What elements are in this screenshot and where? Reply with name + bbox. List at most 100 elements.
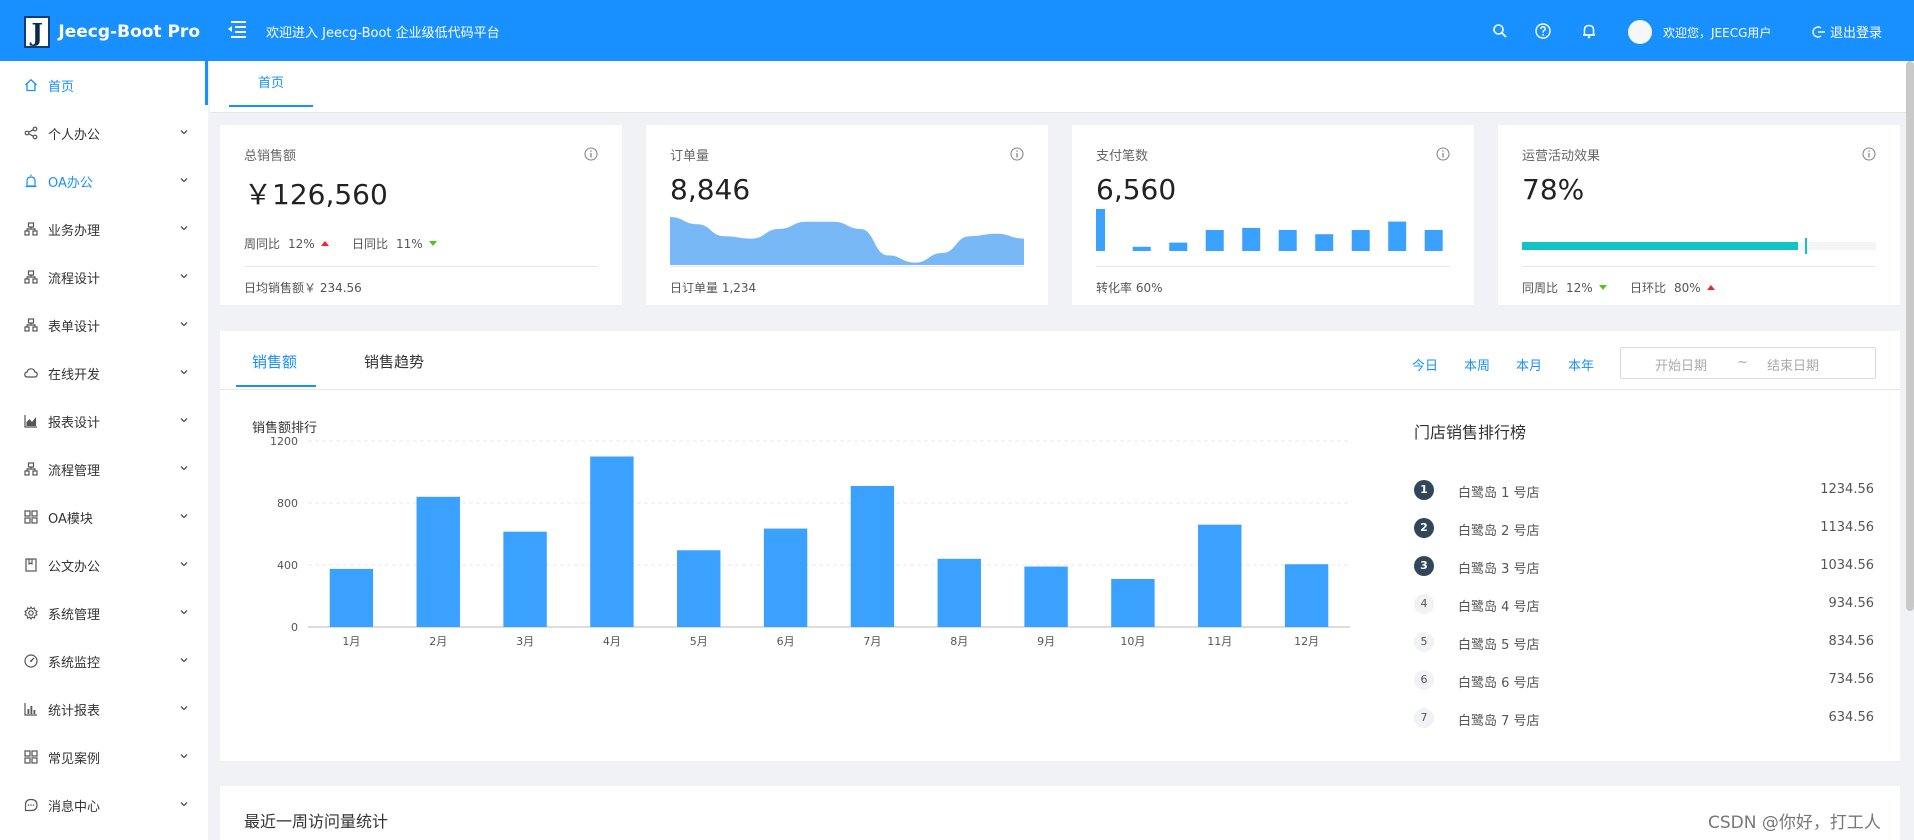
y-tick-label: 400 xyxy=(277,559,298,572)
caret-down-icon xyxy=(428,241,437,246)
chevron-down-icon xyxy=(180,514,188,519)
home-icon xyxy=(25,78,37,92)
store-name: 白鹭岛 1 号店 xyxy=(1458,486,1540,501)
bar[interactable] xyxy=(1198,524,1242,627)
mini-bar xyxy=(1132,246,1151,251)
avatar[interactable] xyxy=(1628,20,1652,44)
bar[interactable] xyxy=(763,528,808,627)
tab-sales-trend[interactable]: 销售趋势 xyxy=(364,351,424,372)
date-range-picker[interactable]: 开始日期 ~ 结束日期 xyxy=(1620,347,1876,379)
rank-badge: 5 xyxy=(1414,632,1434,652)
stat-title: 订单量 xyxy=(670,149,710,164)
trend-value: 12% xyxy=(1566,280,1593,295)
rank-badge: 1 xyxy=(1414,480,1434,500)
sidebar-item-online-dev[interactable]: 在线开发 xyxy=(0,349,208,397)
logout-label: 退出登录 xyxy=(1830,26,1883,41)
sidebar-item-label: 消息中心 xyxy=(48,800,101,815)
y-tick-label: 800 xyxy=(277,497,298,510)
end-date-input[interactable]: 结束日期 xyxy=(1767,355,1819,374)
info-circle-icon[interactable] xyxy=(1010,147,1024,161)
progress-fill xyxy=(1522,242,1799,250)
sidebar-item-personal-office[interactable]: 个人办公 xyxy=(0,109,208,157)
store-name: 白鹭岛 2 号店 xyxy=(1458,524,1540,539)
tab-home[interactable]: 首页 xyxy=(229,61,313,107)
sidebar-item-common-cases[interactable]: 常见案例 xyxy=(0,733,208,781)
tab-ink-bar xyxy=(236,385,316,387)
sidebar-item-label: 业务办理 xyxy=(48,224,101,239)
app-root: J Jeecg-Boot Pro 欢迎进入 Jeecg-Boot 企业级低代码平… xyxy=(0,0,1914,840)
app-logo[interactable]: J Jeecg-Boot Pro xyxy=(24,14,200,50)
sidebar-item-label: 常见案例 xyxy=(48,752,101,767)
dashboard-icon xyxy=(24,654,38,668)
bell-icon[interactable] xyxy=(1580,22,1598,40)
x-tick-label: 7月 xyxy=(863,635,881,648)
bar[interactable] xyxy=(1024,566,1068,627)
range-year[interactable]: 本年 xyxy=(1568,355,1594,374)
stat-footer: 转化率 60% xyxy=(1096,281,1163,295)
tab-sales[interactable]: 销售额 xyxy=(252,351,297,372)
trend-label: 周同比 xyxy=(244,237,281,251)
bar[interactable] xyxy=(850,485,895,627)
cluster-icon xyxy=(24,462,38,476)
sidebar-item-label: 系统监控 xyxy=(48,656,101,671)
sidebar-item-label: 报表设计 xyxy=(48,416,101,431)
trend-label: 日环比 xyxy=(1630,281,1667,295)
appstore-icon xyxy=(24,510,38,524)
logo-icon: J xyxy=(24,16,51,48)
info-circle-icon[interactable] xyxy=(1862,147,1876,161)
bar[interactable] xyxy=(677,550,721,627)
caret-down-icon xyxy=(1598,285,1607,290)
question-icon[interactable] xyxy=(1534,22,1552,40)
mini-bar xyxy=(1388,221,1407,251)
cloud-icon xyxy=(24,368,38,378)
sidebar-item-process-design[interactable]: 流程设计 xyxy=(0,253,208,301)
logout-button[interactable]: 退出登录 xyxy=(1812,22,1882,41)
sidebar-item-label: 系统管理 xyxy=(48,608,101,623)
appstore-icon xyxy=(24,750,38,764)
divider xyxy=(1522,266,1876,267)
bar[interactable] xyxy=(329,568,374,627)
bar[interactable] xyxy=(416,496,460,627)
sales-bar-chart: 0 400 800 1200 1月 2月 3月 4月 5月 6月 7月 8月 9月 10月 11月 12月 xyxy=(270,435,1350,648)
sidebar-item-system-monitor[interactable]: 系统监控 xyxy=(0,637,208,685)
stat-title: 总销售额 xyxy=(244,149,297,164)
bar[interactable] xyxy=(590,456,634,628)
book-icon xyxy=(25,558,37,572)
user-greeting[interactable]: 欢迎您，JEECG用户 xyxy=(1663,24,1771,41)
range-week[interactable]: 本周 xyxy=(1464,355,1490,374)
setting-icon xyxy=(24,606,38,620)
rank-badge: 7 xyxy=(1414,708,1434,728)
area-chart-icon xyxy=(24,415,37,428)
sidebar-item-home[interactable]: 首页 xyxy=(0,61,208,109)
start-date-input[interactable]: 开始日期 xyxy=(1655,355,1707,374)
rank-badge: 2 xyxy=(1414,518,1434,538)
bar[interactable] xyxy=(503,531,547,627)
sidebar-item-process-mgmt[interactable]: 流程管理 xyxy=(0,445,208,493)
sidebar-item-message-center[interactable]: 消息中心 xyxy=(0,781,208,829)
range-month[interactable]: 本月 xyxy=(1516,355,1542,374)
bar[interactable] xyxy=(937,558,981,627)
cluster-icon xyxy=(24,270,38,284)
trend-label: 日同比 xyxy=(352,237,389,251)
sidebar-item-oa-office[interactable]: OA办公 xyxy=(0,157,208,205)
bar[interactable] xyxy=(1284,564,1329,627)
trend-value: 80% xyxy=(1674,280,1701,295)
stat-footer: 日订单量 1,234 xyxy=(670,281,757,295)
search-icon[interactable] xyxy=(1491,22,1509,40)
menu-fold-icon[interactable] xyxy=(226,18,248,40)
sidebar-item-system-mgmt[interactable]: 系统管理 xyxy=(0,589,208,637)
sidebar-item-document-office[interactable]: 公文办公 xyxy=(0,541,208,589)
bar[interactable] xyxy=(1111,578,1155,627)
sidebar-item-form-design[interactable]: 表单设计 xyxy=(0,301,208,349)
top-header: J Jeecg-Boot Pro 欢迎进入 Jeecg-Boot 企业级低代码平… xyxy=(0,0,1914,61)
stat-value: 78% xyxy=(1522,173,1585,206)
ranking-row: 6 白鹭岛 6 号店 734.56 xyxy=(1414,669,1874,691)
sidebar-item-report-design[interactable]: 报表设计 xyxy=(0,397,208,445)
sidebar-item-oa-module[interactable]: OA模块 xyxy=(0,493,208,541)
sidebar-item-stat-report[interactable]: 统计报表 xyxy=(0,685,208,733)
page-scrollbar[interactable] xyxy=(1906,61,1914,611)
range-today[interactable]: 今日 xyxy=(1412,355,1438,374)
sidebar-item-business[interactable]: 业务办理 xyxy=(0,205,208,253)
info-circle-icon[interactable] xyxy=(584,147,598,161)
info-circle-icon[interactable] xyxy=(1436,147,1450,161)
